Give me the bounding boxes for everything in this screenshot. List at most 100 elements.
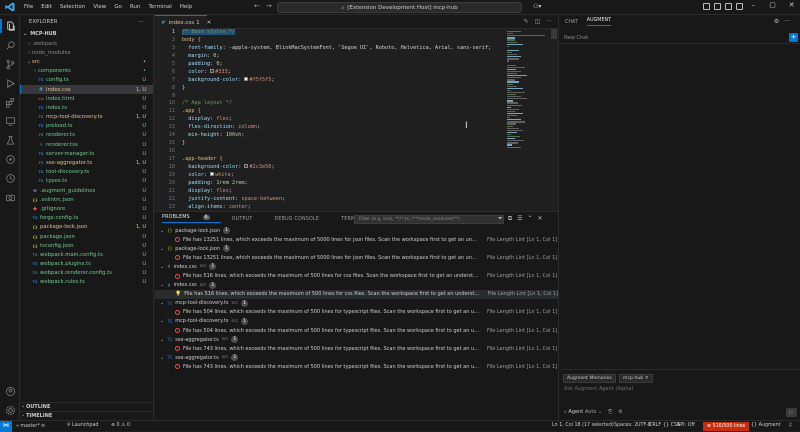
problem-item[interactable]: File has 13251 lines, which exceeds the … [155, 253, 558, 262]
problem-file-group[interactable]: ⌄ # index.css src 1 [155, 262, 558, 271]
toggle-secondary-sidebar-icon[interactable] [725, 3, 732, 10]
menu-go[interactable]: Go [110, 4, 126, 10]
more-actions-icon[interactable]: ··· [784, 18, 790, 25]
augment-memories-chip[interactable]: Augment Memories [563, 374, 616, 383]
account-icon[interactable] [4, 385, 16, 397]
menu-view[interactable]: View [89, 4, 110, 10]
file-tree-item[interactable]: TS webpack.plugins.ts U [20, 260, 153, 269]
timeline-section[interactable]: › TIMELINE [20, 410, 153, 420]
file-tree-item[interactable]: › node_modules [20, 48, 153, 57]
problem-item[interactable]: File has 504 lines, which exceeds the ma… [155, 308, 558, 317]
remote-indicator-icon[interactable]: ⋈ [0, 421, 12, 432]
problem-item[interactable]: File has 743 lines, which exceeds the ma… [155, 344, 558, 353]
code-line[interactable] [182, 93, 502, 101]
code-line[interactable]: /* Base styles */ [182, 29, 502, 37]
code-line[interactable]: align-items: center; [182, 204, 502, 211]
code-line[interactable]: .app { [182, 108, 502, 116]
testing-icon[interactable] [4, 134, 16, 146]
augment-status[interactable]: {} Augment [751, 423, 781, 428]
problem-item[interactable]: File has 13251 lines, which exceeds the … [155, 235, 558, 244]
problem-file-group[interactable]: ⌄ # index.css src 1 [155, 281, 558, 290]
code-line[interactable]: min-height: 100vh; [182, 132, 502, 140]
run-debug-icon[interactable] [4, 77, 16, 89]
color-swatch[interactable] [244, 164, 249, 169]
file-tree-item[interactable]: TS forge.config.ts U [20, 214, 153, 223]
toggle-sidebar-icon[interactable] [703, 3, 710, 10]
new-chat-plus-icon[interactable]: + [789, 33, 798, 42]
file-tree-item[interactable]: TS config.ts U [20, 76, 153, 85]
timeline-icon[interactable] [4, 172, 16, 184]
code-line[interactable]: color: white; [182, 172, 502, 180]
problem-file-group[interactable]: ⌄ TS mcp-tool-discovery.ts src 1 [155, 299, 558, 308]
notifications-bell-icon[interactable]: ♫ [788, 423, 792, 428]
code-line[interactable]: color: #333; [182, 69, 502, 77]
color-swatch[interactable] [210, 172, 215, 177]
file-tree-item[interactable]: TS tool-discovery.ts U [20, 168, 153, 177]
code-line[interactable] [182, 148, 502, 156]
line-ending[interactable]: CRLF [649, 423, 661, 428]
file-tree-item[interactable]: › .webpack [20, 39, 153, 48]
file-tree-item[interactable]: ⚛ renderer.tsx U [20, 140, 153, 149]
problem-file-group[interactable]: ⌄ TS sse-aggregator.ts src 1 [155, 353, 558, 362]
close-tab-icon[interactable]: ✕ [207, 20, 212, 26]
problem-file-group[interactable]: ⌄ TS mcp-tool-discovery.ts src 1 [155, 317, 558, 326]
camera-icon[interactable] [4, 191, 16, 203]
workspace-folder[interactable]: ⌄ MCP-HUB [20, 29, 153, 39]
menu-run[interactable]: Run [126, 4, 145, 10]
close-window-icon[interactable]: ✕ [782, 1, 800, 9]
problem-item[interactable]: File has 504 lines, which exceeds the ma… [155, 326, 558, 335]
menu-edit[interactable]: Edit [37, 4, 56, 10]
file-tree-item[interactable]: {} tsconfig.json U [20, 241, 153, 250]
file-tree-item[interactable]: ◆ .gitignore U [20, 204, 153, 213]
problem-file-group[interactable]: ⌄{} package-lock.json 1 [155, 226, 558, 235]
problem-item[interactable]: File has 743 lines, which exceeds the ma… [155, 362, 558, 371]
length-limit-badge[interactable]: ⊗ 516/500 lines [703, 422, 750, 431]
api-status[interactable]: API: Off [677, 423, 695, 428]
file-tree-item[interactable]: TS preload.ts U [20, 122, 153, 131]
gitlens-icon[interactable] [4, 153, 16, 165]
explorer-icon[interactable] [4, 20, 16, 32]
maximize-panel-icon[interactable]: ⌃ [528, 215, 533, 223]
problem-file-group[interactable]: ⌄{} package-lock.json 1 [155, 244, 558, 253]
problems-filter-input[interactable]: Filter (e.g. text, **/*.ts, !**/node_mod… [354, 215, 504, 224]
repo-chip[interactable]: mcp-hub ✕ [618, 374, 653, 383]
problem-file-group[interactable]: ⌄ TS sse-aggregator.ts src 1 [155, 335, 558, 344]
new-chat-bar[interactable]: New Chat + [559, 32, 800, 44]
color-swatch[interactable] [244, 77, 249, 82]
problems-status[interactable]: ⊗ 0 ⚠ 0 [111, 423, 130, 428]
file-tree-item[interactable]: TS index.ts U [20, 103, 153, 112]
view-as-list-icon[interactable]: ☰ [517, 215, 522, 223]
filter-icon[interactable]: ⏷ [498, 215, 503, 223]
file-tree-item[interactable]: <> index.html U [20, 94, 153, 103]
code-line[interactable]: padding: 1rem 2rem; [182, 180, 502, 188]
maximize-icon[interactable]: ▢ [763, 1, 782, 9]
extensions-icon[interactable] [4, 96, 16, 108]
menu-file[interactable]: File [20, 4, 37, 10]
close-panel-icon[interactable]: ✕ [538, 215, 543, 223]
minimize-icon[interactable]: – [744, 1, 763, 9]
manage-gear-icon[interactable] [4, 404, 16, 416]
file-tree-item[interactable]: TS webpack.main.config.ts U [20, 250, 153, 259]
cursor-position[interactable]: Ln 1, Col 18 (17 selected) [552, 423, 614, 428]
file-tree-item[interactable]: TS sse-aggregator.ts 1, U [20, 158, 153, 167]
problem-item[interactable]: File has 516 lines, which exceeds the ma… [155, 271, 558, 280]
agent-mode-dropdown[interactable]: ⌕ Agent Auto ⌄ [564, 409, 602, 415]
panel-tab-output[interactable]: OUTPUT [232, 217, 264, 222]
indentation[interactable]: Spaces: 2 [614, 423, 637, 428]
code-line[interactable]: .app-header { [182, 156, 502, 164]
file-tree-item[interactable]: {} package.json U [20, 232, 153, 241]
code-line[interactable]: display: flex; [182, 116, 502, 124]
code-line[interactable]: padding: 0; [182, 61, 502, 69]
code-line[interactable]: body { [182, 37, 502, 45]
lightbulb-icon[interactable]: 💡 [175, 291, 181, 297]
toggle-panel-icon[interactable] [714, 3, 721, 10]
color-swatch[interactable] [210, 69, 215, 74]
code-lines[interactable]: /* Base styles */body { font-family: -ap… [182, 29, 502, 211]
file-tree-item[interactable]: TS types.ts U [20, 177, 153, 186]
menu-terminal[interactable]: Terminal [144, 4, 175, 10]
more-actions-icon[interactable]: ··· [546, 18, 552, 25]
close-chip-icon[interactable]: ✕ [645, 376, 649, 381]
more-actions-icon[interactable]: ··· [138, 19, 144, 25]
edit-icon[interactable]: ✎ [524, 18, 529, 25]
file-tree-item[interactable]: ≡ .augment_guidelines U [20, 186, 153, 195]
